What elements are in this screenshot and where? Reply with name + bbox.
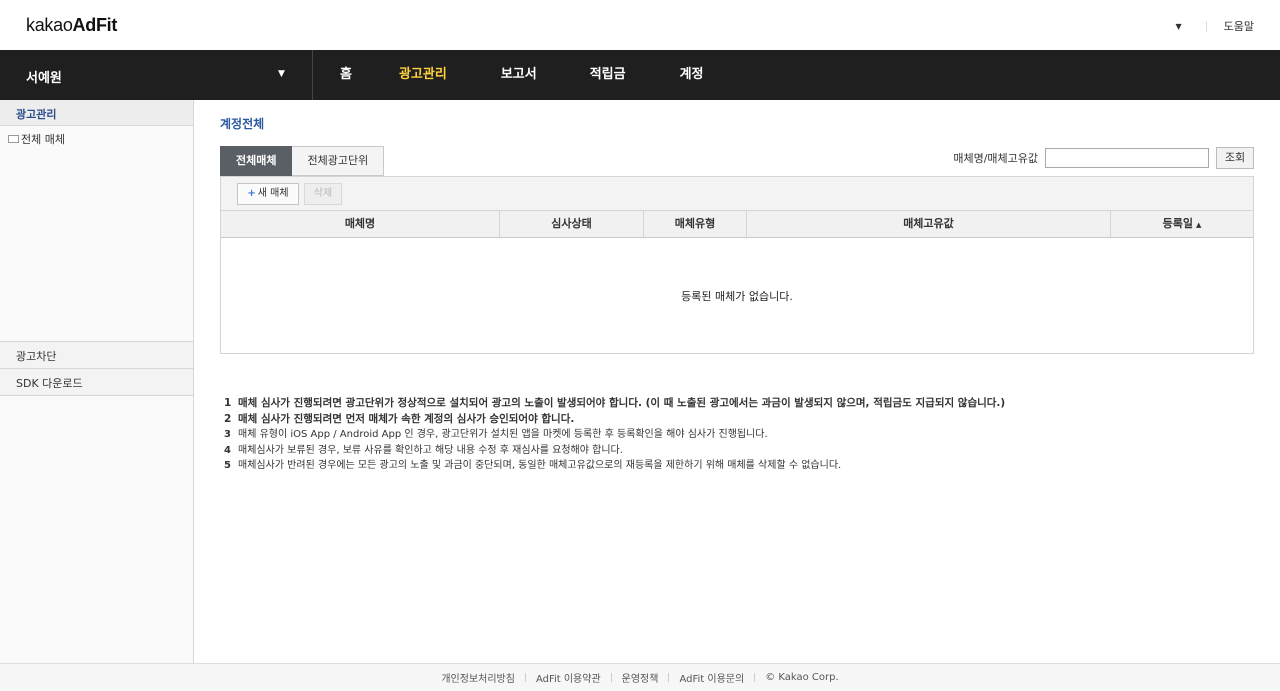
note-item: 2 매체 심사가 진행되려면 먼저 매체가 속한 계정의 심사가 승인되어야 합니…	[224, 412, 1005, 428]
main-menu: 홈 광고관리 보고서 적립금 계정	[313, 50, 704, 100]
divider	[754, 673, 756, 682]
footer-link-inquiry[interactable]: AdFit 이용문의	[679, 670, 744, 685]
add-media-button[interactable]: + 새 매체	[237, 183, 299, 205]
plus-icon: +	[247, 188, 256, 199]
divider	[524, 673, 526, 682]
tab-all-ad-units[interactable]: 전체광고단위	[292, 146, 385, 176]
note-item: 5 매체심사가 반려된 경우에는 모든 광고의 노출 및 과금이 중단되며, 동일…	[224, 458, 1005, 474]
page-title: 계정전체	[220, 117, 265, 131]
empty-table-message: 등록된 매체가 없습니다.	[681, 290, 793, 303]
kakao-adfit-logo[interactable]: kakaoAdFit	[26, 15, 117, 36]
note-text: 매체심사가 반려된 경우에는 모든 광고의 노출 및 과금이 중단되며, 동일한…	[238, 460, 842, 471]
table-toolbar: + 새 매체 삭제	[221, 177, 1253, 211]
column-label: 등록일	[1162, 217, 1193, 230]
nav-item-account[interactable]: 계정	[680, 50, 704, 100]
note-number: 1	[224, 397, 232, 409]
top-header: kakaoAdFit ▼ 도움말	[0, 0, 1280, 50]
media-table-panel: + 새 매체 삭제 매체명 심사상태 매체유형 매체고유값 등록일 ▲ 등록된 매체…	[220, 176, 1254, 354]
divider	[610, 673, 612, 682]
footer-link-privacy[interactable]: 개인정보처리방침	[441, 670, 515, 685]
note-number: 2	[224, 412, 232, 425]
divider	[668, 673, 670, 682]
footer-link-policy[interactable]: 운영정책	[622, 670, 659, 685]
nav-item-rewards[interactable]: 적립금	[590, 50, 626, 100]
sidebar-tree-item-all-media[interactable]: 전체 매체	[8, 131, 65, 147]
note-text: 매체 심사가 진행되려면 광고단위가 정상적으로 설치되어 광고의 노출이 발생…	[238, 397, 1006, 409]
account-selector[interactable]: 서예원 ▼	[0, 50, 313, 100]
note-number: 5	[224, 460, 231, 471]
note-item: 1 매체 심사가 진행되려면 광고단위가 정상적으로 설치되어 광고의 노출이 발…	[224, 396, 1005, 412]
column-media-unique-value[interactable]: 매체고유값	[747, 211, 1111, 237]
note-item: 3 매체 유형이 iOS App / Android App 인 경우, 광고단위…	[224, 427, 1005, 443]
divider	[1205, 20, 1207, 32]
note-text: 매체 심사가 진행되려면 먼저 매체가 속한 계정의 심사가 승인되어야 합니다…	[238, 412, 575, 425]
search-area: 매체명/매체고유값 조회	[953, 147, 1254, 169]
tab-bar: 전체매체 전체광고단위	[220, 146, 385, 176]
sort-ascending-icon: ▲	[1195, 221, 1202, 229]
footer: 개인정보처리방침 AdFit 이용약관 운영정책 AdFit 이용문의 © Ka…	[0, 663, 1280, 691]
note-text: 매체심사가 보류된 경우, 보류 사유를 확인하고 해당 내용 수정 후 재심사…	[238, 444, 623, 456]
account-dropdown-caret-icon[interactable]: ▼	[1175, 22, 1181, 31]
column-review-status[interactable]: 심사상태	[500, 211, 644, 237]
main-content: 계정전체 전체매체 전체광고단위 매체명/매체고유값 조회 + 새 매체 삭제 매…	[194, 100, 1280, 663]
main-nav-bar: 서예원 ▼ 홈 광고관리 보고서 적립금 계정	[0, 50, 1280, 100]
table-header: 매체명 심사상태 매체유형 매체고유값 등록일 ▲	[221, 211, 1253, 238]
sidebar: 광고관리 전체 매체 광고차단 SDK 다운로드	[0, 100, 194, 663]
footer-copyright: © Kakao Corp.	[765, 672, 839, 683]
tree-item-label: 전체 매체	[21, 133, 65, 146]
logo-text: kakao	[26, 15, 73, 35]
help-link[interactable]: 도움말	[1224, 18, 1254, 34]
column-media-type[interactable]: 매체유형	[644, 211, 747, 237]
add-media-label: 새 매체	[257, 188, 289, 199]
nav-item-ad-management[interactable]: 광고관리	[399, 50, 447, 100]
note-number: 4	[224, 444, 231, 456]
chevron-down-icon: ▼	[278, 69, 285, 79]
column-registration-date[interactable]: 등록일 ▲	[1111, 211, 1253, 237]
search-button[interactable]: 조회	[1216, 147, 1254, 169]
logo-text-bold: AdFit	[72, 15, 118, 35]
delete-button[interactable]: 삭제	[304, 183, 342, 205]
divider	[0, 395, 193, 396]
note-number: 3	[224, 429, 231, 440]
nav-item-home[interactable]: 홈	[340, 50, 352, 100]
top-right-menu: ▼ 도움말	[1175, 18, 1254, 34]
tab-all-media[interactable]: 전체매체	[220, 146, 293, 176]
notes-list: 1 매체 심사가 진행되려면 광고단위가 정상적으로 설치되어 광고의 노출이 발…	[224, 396, 1005, 474]
sidebar-item-sdk-download[interactable]: SDK 다운로드	[0, 368, 193, 395]
nav-item-reports[interactable]: 보고서	[501, 50, 537, 100]
column-media-name[interactable]: 매체명	[221, 211, 500, 237]
sidebar-section-title[interactable]: 광고관리	[0, 100, 193, 126]
folder-icon	[8, 135, 19, 143]
account-name: 서예원	[26, 71, 62, 86]
sidebar-item-ad-block[interactable]: 광고차단	[0, 341, 193, 368]
search-input[interactable]	[1045, 148, 1209, 168]
footer-link-terms[interactable]: AdFit 이용약관	[536, 670, 601, 685]
search-label: 매체명/매체고유값	[953, 152, 1038, 165]
note-item: 4 매체심사가 보류된 경우, 보류 사유를 확인하고 해당 내용 수정 후 재심…	[224, 443, 1005, 459]
note-text: 매체 유형이 iOS App / Android App 인 경우, 광고단위가…	[238, 429, 768, 440]
